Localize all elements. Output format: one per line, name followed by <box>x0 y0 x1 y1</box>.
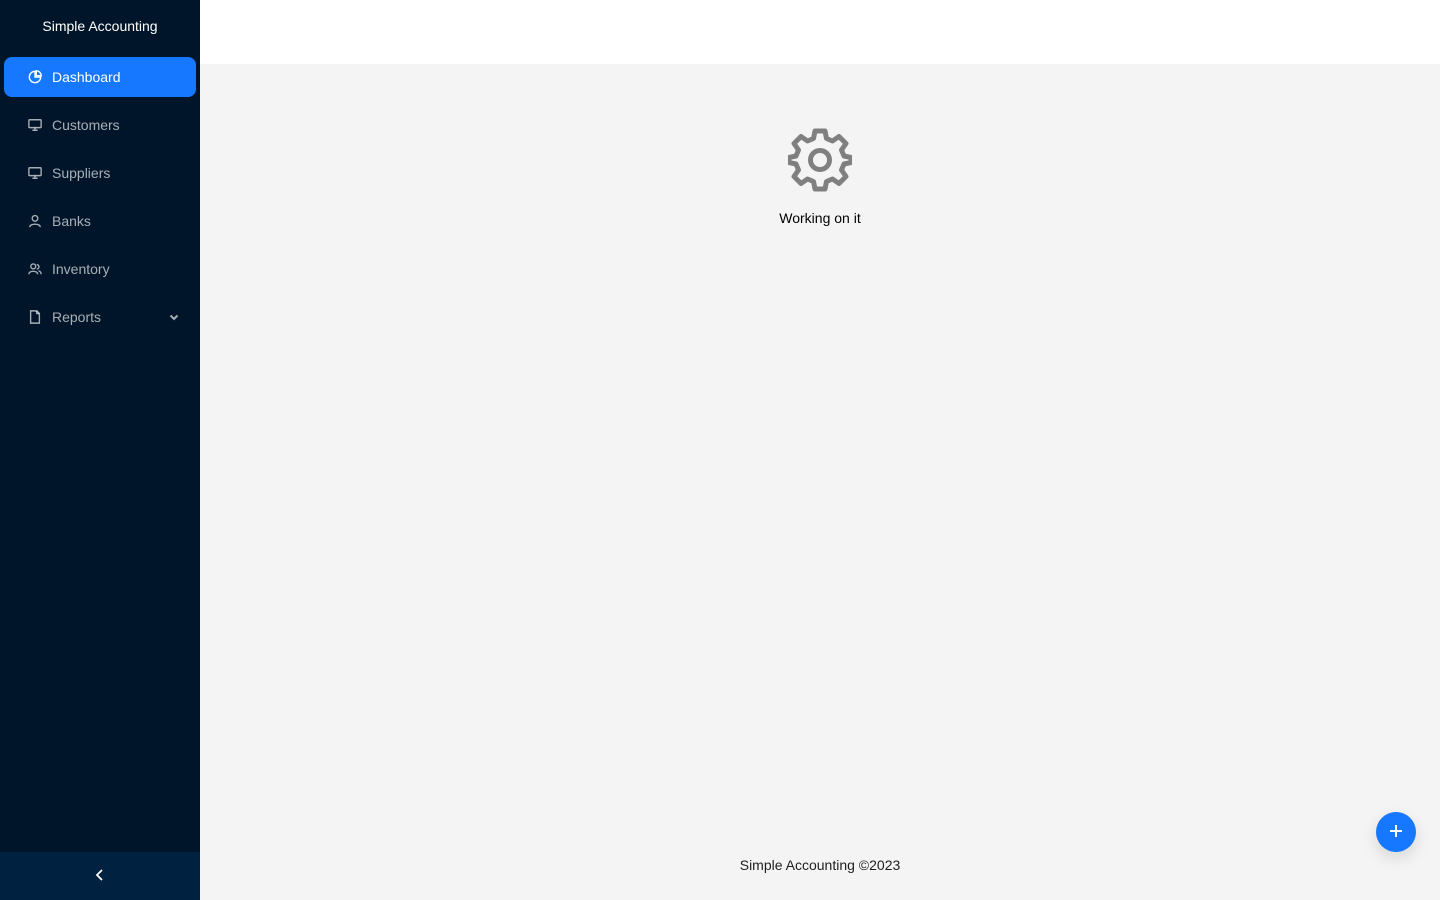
sidebar-item-customers[interactable]: Customers <box>4 105 196 145</box>
sidebar-item-label: Reports <box>52 309 102 325</box>
sidebar-item-label: Dashboard <box>52 69 121 85</box>
sidebar-item-inventory[interactable]: Inventory <box>4 249 196 289</box>
plus-icon <box>1388 823 1404 842</box>
sidebar-item-label: Banks <box>52 213 91 229</box>
add-float-button[interactable] <box>1376 812 1416 852</box>
top-header <box>200 0 1440 64</box>
sidebar-item-reports[interactable]: Reports <box>4 297 196 337</box>
chevron-down-icon[interactable] <box>168 310 180 322</box>
desktop-icon <box>28 118 42 132</box>
app-title: Simple Accounting <box>42 18 158 34</box>
main-content: Working on it <box>200 64 1440 852</box>
sidebar-item-label: Customers <box>52 117 120 133</box>
sidebar: Simple Accounting Dashboard Customers Su… <box>0 0 200 900</box>
footer-text: Simple Accounting ©2023 <box>739 857 901 873</box>
sidebar-collapse-button[interactable] <box>0 852 200 900</box>
sidebar-item-label: Suppliers <box>52 165 111 181</box>
team-icon <box>28 262 42 276</box>
file-icon <box>28 310 42 324</box>
sidebar-item-dashboard[interactable]: Dashboard <box>4 57 196 97</box>
user-icon <box>28 214 42 228</box>
sidebar-item-label: Inventory <box>52 261 110 277</box>
gear-icon <box>788 128 852 192</box>
chevron-left-icon <box>93 868 107 885</box>
sidebar-item-banks[interactable]: Banks <box>4 201 196 241</box>
pie-chart-icon <box>28 70 42 84</box>
desktop-icon <box>28 166 42 180</box>
sidebar-item-suppliers[interactable]: Suppliers <box>4 153 196 193</box>
footer: Simple Accounting ©2023 <box>200 852 1440 900</box>
status-text: Working on it <box>779 210 861 226</box>
sidebar-menu: Dashboard Customers Suppliers Banks Inve… <box>0 52 200 337</box>
work-in-progress: Working on it <box>200 128 1440 226</box>
